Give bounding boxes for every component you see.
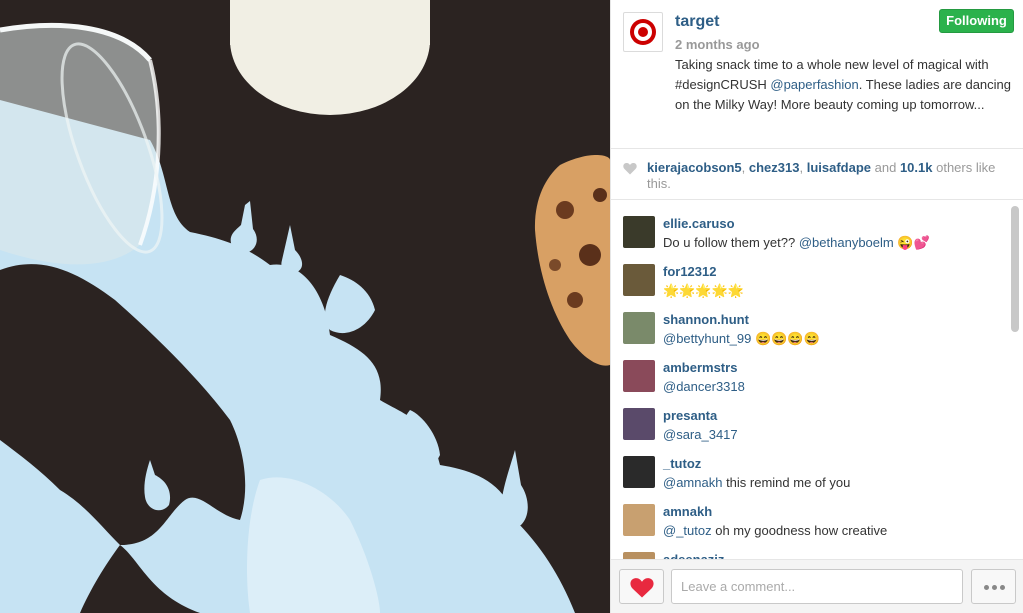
comment-text-end: 🌟🌟🌟🌟🌟 <box>663 283 744 298</box>
more-dots-icon <box>992 585 997 590</box>
commenter-avatar[interactable] <box>623 552 655 559</box>
comment-mention[interactable]: @bethanyboelm <box>799 235 894 250</box>
commenter-avatar[interactable] <box>623 312 655 344</box>
commenter-avatar[interactable] <box>623 264 655 296</box>
likes-separator: , <box>799 160 807 175</box>
commenter-avatar[interactable] <box>623 408 655 440</box>
liker-user[interactable]: kierajacobson5 <box>647 160 742 175</box>
likes-text: kierajacobson5, chez313, luisafdape and … <box>647 160 1007 192</box>
post-photo[interactable] <box>0 0 610 613</box>
like-button[interactable] <box>619 569 664 604</box>
comment-mention[interactable]: @bettyhunt_99 <box>663 331 751 346</box>
comment-text: @dancer3318 <box>663 379 745 394</box>
comment-mention[interactable]: @amnakh <box>663 475 722 490</box>
commenter-username[interactable]: presanta <box>663 408 717 423</box>
commenter-username[interactable]: ambermstrs <box>663 360 737 375</box>
comment-mention[interactable]: @sara_3417 <box>663 427 738 442</box>
liker-user[interactable]: luisafdape <box>807 160 871 175</box>
more-dots-icon <box>984 585 989 590</box>
comment-input[interactable] <box>671 569 963 604</box>
comments-scrollbar[interactable] <box>1011 206 1019 332</box>
commenter-avatar[interactable] <box>623 456 655 488</box>
target-logo-icon[interactable] <box>623 12 663 52</box>
comment-item: ambermstrs @dancer3318 <box>623 345 1003 394</box>
comment-text-end: oh my goodness how creative <box>711 523 888 538</box>
photo-image <box>0 0 610 613</box>
likes-and: and <box>871 160 900 175</box>
following-button[interactable]: Following <box>939 9 1014 33</box>
commenter-username[interactable]: adeenaziz <box>663 552 724 559</box>
commenter-avatar[interactable] <box>623 504 655 536</box>
comment-item: amnakh @_tutoz oh my goodness how creativ… <box>623 489 1003 538</box>
likes-separator: , <box>741 160 749 175</box>
likes-count[interactable]: 10.1k <box>900 160 933 175</box>
comment-item: ellie.caruso Do u follow them yet?? @beth… <box>623 201 1003 250</box>
post-header: target 2 months ago Following Taking sna… <box>611 0 1023 148</box>
commenter-avatar[interactable] <box>623 216 655 248</box>
commenter-username[interactable]: _tutoz <box>663 456 701 471</box>
commenter-avatar[interactable] <box>623 360 655 392</box>
post-timestamp[interactable]: 2 months ago <box>675 37 760 52</box>
comment-item: _tutoz @amnakh this remind me of you <box>623 441 1003 490</box>
heart-icon <box>623 162 637 175</box>
more-options-button[interactable] <box>971 569 1016 604</box>
comment-item: presanta @sara_3417 <box>623 393 1003 442</box>
more-dots-icon <box>1000 585 1005 590</box>
comment-text-end: 😜💕 <box>893 235 930 250</box>
comment-footer <box>611 559 1023 613</box>
comment-item: shannon.hunt @bettyhunt_99 😄😄😄😄 <box>623 297 1003 346</box>
comment-item: for12312 🌟🌟🌟🌟🌟 <box>623 249 1003 298</box>
commenter-username[interactable]: amnakh <box>663 504 712 519</box>
comment-mention[interactable]: @dancer3318 <box>663 379 745 394</box>
comment-text: @_tutoz oh my goodness how creative <box>663 523 887 538</box>
liker-user[interactable]: chez313 <box>749 160 800 175</box>
commenter-username[interactable]: for12312 <box>663 264 716 279</box>
commenter-username[interactable]: ellie.caruso <box>663 216 735 231</box>
comment-text-end: 😄😄😄😄 <box>751 331 820 346</box>
likes-section: kierajacobson5, chez313, luisafdape and … <box>611 148 1023 200</box>
comment-text-start: Do u follow them yet?? <box>663 235 799 250</box>
comment-text: @amnakh this remind me of you <box>663 475 850 490</box>
comments-list[interactable]: ellie.caruso Do u follow them yet?? @beth… <box>611 201 1023 559</box>
comment-item: adeenaziz <box>623 537 1003 559</box>
caption-mention[interactable]: @paperfashion <box>770 77 858 92</box>
comment-mention[interactable]: @_tutoz <box>663 523 712 538</box>
comment-text-end: this remind me of you <box>722 475 851 490</box>
post-caption: Taking snack time to a whole new level o… <box>675 55 1015 115</box>
post-detail-panel: target 2 months ago Following Taking sna… <box>610 0 1023 613</box>
heart-icon <box>630 578 654 598</box>
commenter-username[interactable]: shannon.hunt <box>663 312 749 327</box>
comment-text: @sara_3417 <box>663 427 738 442</box>
post-username[interactable]: target <box>675 13 719 31</box>
